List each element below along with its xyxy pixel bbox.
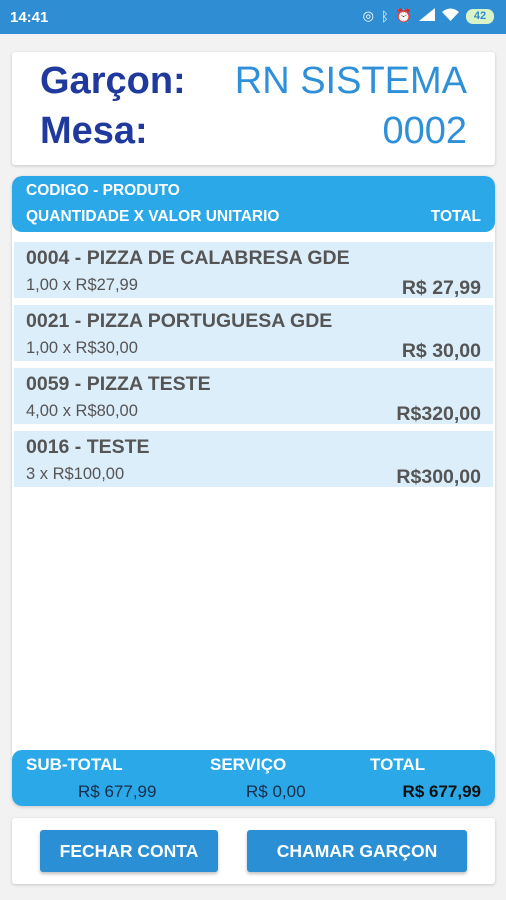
item-name: 0021 - PIZZA PORTUGUESA GDE bbox=[26, 310, 333, 332]
waiter-label: Garçon: bbox=[40, 60, 186, 102]
item-name: 0059 - PIZZA TESTE bbox=[26, 373, 211, 395]
alarm-icon: ◎ bbox=[362, 8, 374, 23]
wifi-icon bbox=[442, 8, 459, 24]
actions-bar: FECHAR CONTA CHAMAR GARÇON bbox=[12, 818, 495, 884]
item-total: R$ 27,99 bbox=[401, 277, 481, 299]
item-qty: 1,00 x R$27,99 bbox=[26, 276, 138, 294]
item-name: 0004 - PIZZA DE CALABRESA GDE bbox=[26, 247, 350, 269]
list-item[interactable]: 0016 - TESTE 3 x R$100,00 R$300,00 bbox=[14, 431, 493, 488]
table-value: 0002 bbox=[382, 110, 467, 152]
status-time: 14:41 bbox=[10, 9, 49, 26]
item-name: 0016 - TESTE bbox=[26, 436, 150, 458]
item-qty: 4,00 x R$80,00 bbox=[26, 402, 138, 420]
item-total: R$320,00 bbox=[396, 403, 481, 425]
item-total: R$ 30,00 bbox=[401, 340, 481, 362]
call-waiter-button[interactable]: CHAMAR GARÇON bbox=[247, 830, 467, 872]
total-label: TOTAL bbox=[370, 755, 426, 774]
list-item[interactable]: 0021 - PIZZA PORTUGUESA GDE 1,00 x R$30,… bbox=[14, 305, 493, 362]
column-total: TOTAL bbox=[430, 208, 481, 225]
subtotal-label: SUB-TOTAL bbox=[26, 755, 123, 774]
clock-icon: ⏰ bbox=[395, 8, 412, 23]
order-items-card: CODIGO - PRODUTO QUANTIDADE X VALOR UNIT… bbox=[12, 176, 495, 806]
total-value: R$ 677,99 bbox=[402, 782, 481, 801]
subtotal-value: R$ 677,99 bbox=[78, 782, 157, 801]
signal-icon bbox=[419, 8, 435, 24]
service-value: R$ 0,00 bbox=[246, 782, 306, 801]
order-header-card: Garçon: RN SISTEMA Mesa: 0002 bbox=[12, 52, 495, 165]
battery-icon: 42 bbox=[466, 8, 494, 24]
column-code-product: CODIGO - PRODUTO bbox=[26, 182, 180, 199]
waiter-value: RN SISTEMA bbox=[234, 60, 467, 102]
table-label: Mesa: bbox=[40, 110, 148, 152]
item-qty: 3 x R$100,00 bbox=[26, 465, 125, 483]
close-account-button[interactable]: FECHAR CONTA bbox=[40, 830, 218, 872]
status-bar: 14:41 ◎ ᛒ ⏰ 42 bbox=[0, 0, 506, 34]
service-label: SERVIÇO bbox=[210, 755, 287, 774]
list-item[interactable]: 0004 - PIZZA DE CALABRESA GDE 1,00 x R$2… bbox=[14, 242, 493, 299]
list-item[interactable]: 0059 - PIZZA TESTE 4,00 x R$80,00 R$320,… bbox=[14, 368, 493, 425]
item-total: R$300,00 bbox=[396, 466, 481, 488]
items-list[interactable]: 0004 - PIZZA DE CALABRESA GDE 1,00 x R$2… bbox=[14, 242, 493, 494]
list-column-header: CODIGO - PRODUTO QUANTIDADE X VALOR UNIT… bbox=[12, 176, 495, 232]
totals-bar: SUB-TOTAL R$ 677,99 SERVIÇO R$ 0,00 TOTA… bbox=[12, 750, 495, 806]
bluetooth-icon: ᛒ bbox=[381, 8, 389, 24]
item-qty: 1,00 x R$30,00 bbox=[26, 339, 138, 357]
status-icons: ◎ ᛒ ⏰ 42 bbox=[363, 8, 494, 24]
column-qty-unit-price: QUANTIDADE X VALOR UNITARIO bbox=[26, 208, 280, 225]
